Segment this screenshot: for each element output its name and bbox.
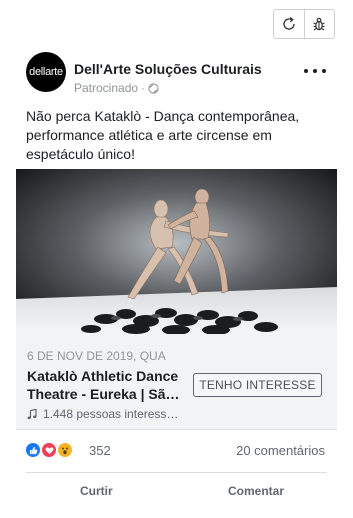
sponsored-line: Patrocinado · (74, 81, 159, 95)
event-date: 6 DE NOV DE 2019, QUA (27, 349, 166, 363)
post-image[interactable] (16, 169, 337, 334)
separator: · (141, 81, 146, 95)
post-text: Não perca Kataklò - Dança contemporânea,… (26, 108, 300, 162)
debug-button[interactable] (303, 10, 335, 38)
refresh-button[interactable] (274, 10, 304, 38)
engagement-bar: 352 20 comentários (16, 441, 337, 461)
more-options-button[interactable] (304, 63, 326, 79)
post-header: dellarte Dell'Arte Soluções Culturais Pa… (16, 45, 337, 95)
comment-button[interactable]: Comentar (228, 484, 284, 498)
page-name[interactable]: Dell'Arte Soluções Culturais (74, 61, 262, 77)
toolbar (273, 9, 335, 39)
dancers-image (16, 169, 337, 334)
event-interested: 1.448 pessoas interess… (27, 407, 178, 421)
refresh-icon (283, 16, 295, 30)
event-details[interactable]: 6 DE NOV DE 2019, QUA Kataklò Athletic D… (16, 334, 337, 430)
reaction-count[interactable]: 352 (89, 443, 111, 458)
divider (26, 472, 327, 473)
wow-reaction-icon (56, 441, 74, 459)
sponsored-label[interactable]: Patrocinado (74, 81, 138, 95)
event-title[interactable]: Kataklò Athletic Dance Theatre - Eureka … (27, 367, 192, 403)
like-button[interactable]: Curtir (80, 484, 113, 498)
sponsored-post: dellarte Dell'Arte Soluções Culturais Pa… (16, 45, 337, 498)
event-title-line1: Kataklò Athletic Dance (27, 368, 179, 384)
more-icon (304, 69, 308, 73)
globe-icon (148, 82, 159, 94)
reaction-icons[interactable] (24, 441, 74, 459)
interested-button[interactable]: TENHO INTERESSE (193, 373, 322, 397)
comment-count[interactable]: 20 comentários (236, 443, 325, 458)
avatar[interactable]: dellarte (26, 52, 66, 92)
event-title-line2: Theatre - Eureka | Sã… (27, 386, 180, 402)
interested-count: 1.448 pessoas interess… (43, 407, 179, 421)
music-note-icon (27, 408, 37, 419)
bug-icon (313, 17, 325, 31)
